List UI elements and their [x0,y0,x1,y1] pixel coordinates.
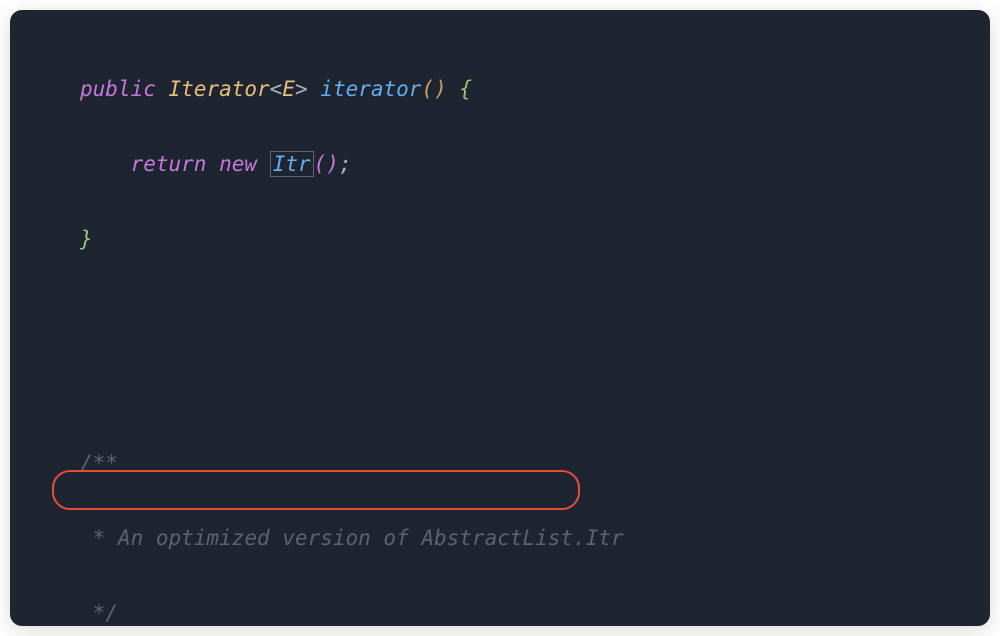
semicolon: ; [339,152,352,176]
keyword-return: return [131,152,207,176]
code-line-3: } [80,221,990,258]
method-iterator: iterator [320,77,421,101]
paren-close: ) [326,152,339,176]
angle-open: < [270,77,283,101]
brace-close: } [80,227,93,251]
code-line-5 [80,370,990,407]
javadoc-text: * An optimized version of AbstractList.I… [80,526,624,550]
code-line-7: */ [80,595,990,626]
code-editor-window: public Iterator<E> iterator() { return n… [10,10,990,626]
code-line-1: public Iterator<E> iterator() { [80,71,990,108]
javadoc-open: /** [80,451,118,475]
javadoc-close: */ [80,601,118,625]
type-itr-boxed: Itr [270,151,314,177]
type-iterator: Iterator [169,77,270,101]
brace-open: { [459,77,472,101]
keyword-public: public [80,77,156,101]
code-line-4-empty [80,296,990,333]
code-line-6: * An optimized version of AbstractList.I… [80,520,990,557]
code-content[interactable]: public Iterator<E> iterator() { return n… [10,34,990,626]
code-line-5b: /** [80,445,990,482]
angle-close: > [295,77,308,101]
code-line-2: return new Itr(); [80,146,990,183]
keyword-new: new [219,152,257,176]
generic-param: E [282,77,295,101]
paren-open: ( [314,152,327,176]
paren-close: ) [434,77,447,101]
paren-open: ( [421,77,434,101]
